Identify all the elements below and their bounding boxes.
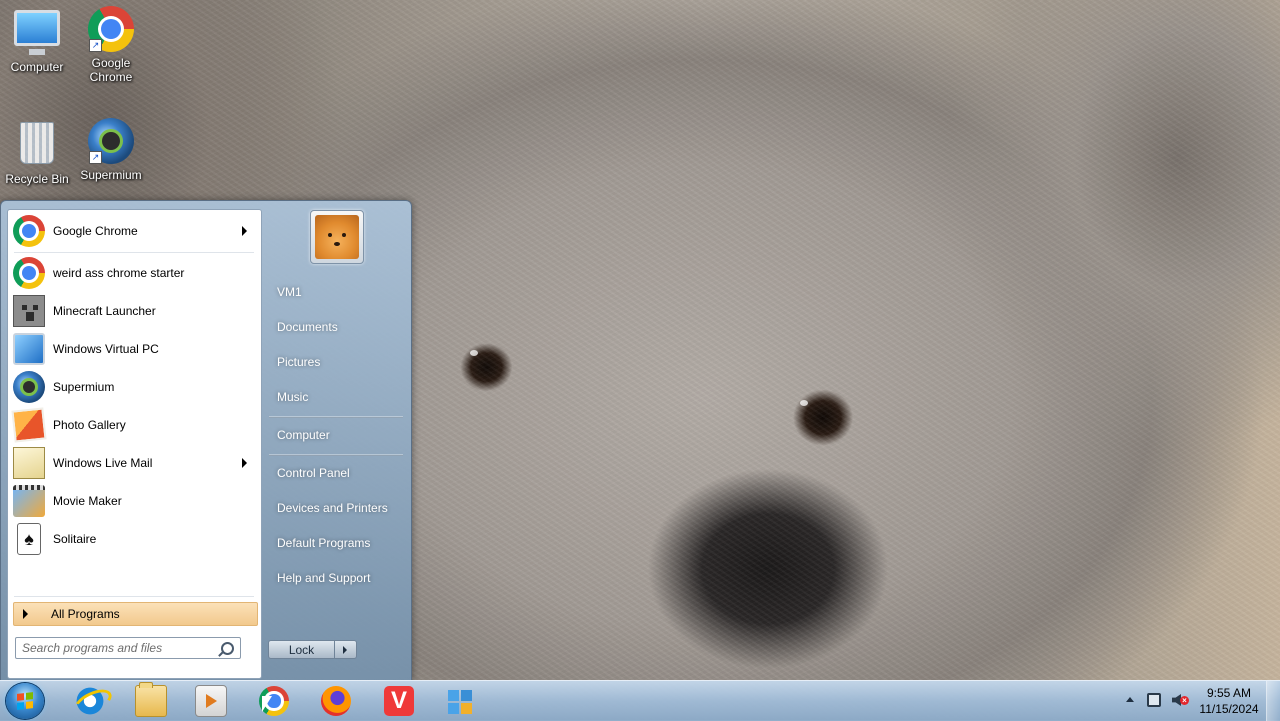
- wallpaper-eye-highlight: [800, 400, 808, 406]
- desktop-icon-label: Google: [91, 56, 131, 70]
- default-programs-link[interactable]: Default Programs: [277, 536, 370, 550]
- desktop-icon-google-chrome[interactable]: ↗ Google Chrome: [74, 6, 148, 84]
- devices-and-printers-link[interactable]: Devices and Printers: [277, 501, 388, 515]
- program-solitaire[interactable]: ♠ Solitaire: [10, 521, 259, 557]
- program-supermium[interactable]: Supermium: [10, 369, 259, 405]
- virtual-pc-icon: [13, 333, 45, 365]
- desktop-icon-label: Supermium: [80, 168, 142, 182]
- taskbar-windows-update[interactable]: [432, 684, 488, 718]
- vivaldi-icon: [384, 686, 414, 716]
- program-google-chrome[interactable]: Google Chrome: [10, 213, 259, 249]
- taskbar-file-explorer[interactable]: [123, 682, 179, 718]
- desktop-icon-computer[interactable]: Computer: [0, 6, 74, 74]
- windows-logo-icon: [17, 692, 33, 710]
- all-programs-button[interactable]: All Programs: [13, 602, 258, 626]
- program-label: Minecraft Launcher: [53, 304, 156, 318]
- chevron-right-icon: [23, 609, 28, 619]
- divider: [14, 596, 254, 597]
- control-panel-link[interactable]: Control Panel: [277, 466, 350, 480]
- user-avatar[interactable]: [310, 210, 364, 264]
- divider: [269, 454, 403, 456]
- media-player-icon: [195, 685, 227, 717]
- show-desktop-button[interactable]: [1266, 681, 1280, 721]
- clock-time: 9:55 AM: [1206, 686, 1252, 700]
- shortcut-arrow-icon: ↗: [89, 39, 102, 52]
- desktop-icon-supermium[interactable]: ↗ Supermium: [74, 118, 148, 182]
- network-icon[interactable]: [1147, 693, 1161, 707]
- program-windows-virtual-pc[interactable]: Windows Virtual PC: [10, 331, 259, 367]
- search-icon[interactable]: [221, 642, 234, 655]
- program-label: Solitaire: [53, 532, 97, 546]
- supermium-icon: ↗: [87, 118, 135, 166]
- program-label: Supermium: [53, 380, 115, 394]
- lock-button[interactable]: Lock: [268, 640, 335, 659]
- program-label: Windows Virtual PC: [53, 342, 159, 356]
- taskbar-vivaldi[interactable]: [371, 684, 427, 718]
- chrome-icon: ↗: [87, 6, 135, 54]
- program-label: Google Chrome: [53, 224, 138, 238]
- program-weird-ass-chrome-starter[interactable]: weird ass chrome starter: [10, 255, 259, 291]
- program-label: weird ass chrome starter: [53, 266, 185, 280]
- taskbar-firefox[interactable]: [308, 684, 364, 718]
- help-and-support-link[interactable]: Help and Support: [277, 571, 370, 585]
- system-clock[interactable]: 9:55 AM 11/15/2024: [1196, 685, 1262, 717]
- minecraft-icon: [13, 295, 45, 327]
- documents-link[interactable]: Documents: [277, 320, 338, 334]
- taskbar-internet-explorer[interactable]: [62, 684, 118, 718]
- program-windows-live-mail[interactable]: Windows Live Mail: [10, 445, 259, 481]
- taskbar-chrome[interactable]: [246, 684, 302, 718]
- mouse-cursor-icon: [261, 695, 273, 713]
- power-options-arrow-button[interactable]: [335, 640, 357, 659]
- program-label: Movie Maker: [53, 494, 122, 508]
- program-label: Windows Live Mail: [53, 456, 153, 470]
- show-hidden-icons-button[interactable]: [1126, 697, 1134, 702]
- all-programs-label: All Programs: [51, 607, 120, 621]
- computer-icon: [13, 10, 61, 58]
- submenu-arrow-icon[interactable]: [242, 458, 247, 468]
- program-movie-maker[interactable]: Movie Maker: [10, 483, 259, 519]
- music-link[interactable]: Music: [277, 390, 308, 404]
- taskbar-media-player[interactable]: [183, 684, 239, 718]
- taskbar: × 9:55 AM 11/15/2024: [0, 680, 1280, 721]
- shortcut-arrow-icon: ↗: [89, 151, 102, 164]
- pictures-link[interactable]: Pictures: [277, 355, 320, 369]
- firefox-icon: [321, 686, 351, 716]
- dog-avatar-image: [315, 215, 359, 259]
- solitaire-icon: ♠: [17, 523, 41, 555]
- divider: [269, 416, 403, 418]
- windows-update-icon: [445, 686, 475, 716]
- program-photo-gallery[interactable]: Photo Gallery: [10, 407, 259, 443]
- recycle-bin-icon: [13, 122, 61, 170]
- wallpaper-eye-highlight: [470, 350, 478, 356]
- live-mail-icon: [13, 447, 45, 479]
- muted-icon: ×: [1180, 696, 1189, 705]
- photo-gallery-icon: [11, 407, 47, 443]
- start-menu-places-pane: VM1 Documents Pictures Music Computer Co…: [263, 201, 411, 681]
- program-label: Photo Gallery: [53, 418, 126, 432]
- internet-explorer-icon: [75, 686, 105, 716]
- desktop-icon-recycle-bin[interactable]: Recycle Bin: [0, 118, 74, 186]
- clock-date: 11/15/2024: [1199, 702, 1259, 716]
- desktop-icon-label: Computer: [10, 60, 64, 74]
- start-button[interactable]: [6, 683, 44, 719]
- user-folder-link[interactable]: VM1: [277, 285, 302, 299]
- file-explorer-icon: [135, 682, 167, 717]
- desktop-icon-label: Recycle Bin: [5, 172, 69, 186]
- chrome-icon: [13, 257, 45, 289]
- divider: [14, 252, 254, 253]
- search-input[interactable]: [16, 638, 212, 658]
- chrome-icon: [13, 215, 45, 247]
- start-menu-programs-pane: Google Chrome weird ass chrome starter M…: [7, 209, 262, 679]
- supermium-icon: [13, 371, 45, 403]
- computer-link[interactable]: Computer: [277, 428, 330, 442]
- submenu-arrow-icon[interactable]: [242, 226, 247, 236]
- movie-maker-icon: [13, 485, 45, 517]
- program-minecraft-launcher[interactable]: Minecraft Launcher: [10, 293, 259, 329]
- start-menu: Google Chrome weird ass chrome starter M…: [0, 200, 412, 682]
- start-search-box[interactable]: [15, 637, 241, 659]
- desktop-icon-label: Chrome: [89, 70, 133, 84]
